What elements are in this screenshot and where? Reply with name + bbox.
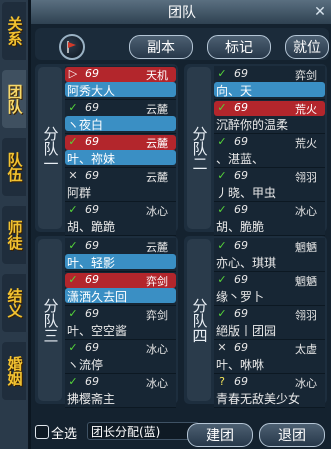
member-slot[interactable]: ✓ 69 翎羽 絕版丨团园 [214,306,325,340]
toolbar: 副本 标记 就位 [35,28,329,60]
squad-4: 分队四 ✓ 69 魍魉 亦心、琪琪 ✓ 69 魍魉 缘丶罗卜 ✓ 69 翎羽 絕版丨团园 ✕ 69 太… [184,236,327,408]
tab-marriage[interactable]: 婚姻 [2,342,26,400]
check-icon: ✓ [217,239,227,252]
check-icon: ✓ [68,101,78,114]
check-icon: ✓ [68,239,78,252]
member-slot[interactable]: ✓ 69 云麓 ヽ夜白 [65,100,176,134]
tab-party[interactable]: 队伍 [2,138,26,196]
member-slot[interactable]: ✓ 69 弈剑 潇洒久去回 [65,272,176,306]
tab-mentor[interactable]: 师徒 [2,206,26,264]
tab-sworn[interactable]: 结义 [2,274,26,332]
window-title: 团队 [168,5,196,21]
tab-party-label: 队伍 [5,152,24,182]
tab-team[interactable]: 团队 [2,70,26,128]
tab-relations-label: 关系 [5,16,24,46]
tab-mentor-label: 师徒 [5,220,24,250]
squad-2: 分队二 ✓ 69 弈剑 向、天 ✓ 69 荒火 沉醉你的温柔 ✓ 69 荒火 、湛蓝、 ✓ 69 翎羽… [184,64,327,236]
check-icon: ✓ [68,341,78,354]
check-icon: ✓ [68,273,78,286]
cross-icon: ✕ [68,169,78,182]
create-team-button[interactable]: 建团 [187,423,253,447]
member-slot[interactable]: ✓ 69 翎羽 丿晓、甲虫 [214,168,325,202]
member-slot[interactable]: ✓ 69 冰心 胡、跪跪 [65,202,176,236]
squad-2-label: 分队二 [187,67,211,229]
footer: 全选 团长分配(蓝) 建团 退团 [31,418,331,449]
check-icon: ✓ [68,307,78,320]
check-icon: ✓ [217,169,227,182]
dungeon-button[interactable]: 副本 [129,35,193,59]
member-slot[interactable]: ▷ 69 天机 阿秀大人 [65,66,176,100]
tab-team-label: 团队 [5,84,24,114]
member-slot[interactable]: ✓ 69 冰心 拂樱斋主 [65,374,176,408]
tab-sworn-label: 结义 [5,288,24,318]
member-slot[interactable]: ✓ 69 魍魉 亦心、琪琪 [214,238,325,272]
squad-3-label: 分队三 [38,239,62,401]
member-slot[interactable]: ✓ 69 云麓 叶、祢妹 [65,134,176,168]
team-flag-icon[interactable] [59,34,85,60]
check-icon: ✓ [217,307,227,320]
side-tabs: 关系 团队 队伍 师徒 结义 婚姻 [0,0,29,449]
member-slot[interactable]: ✕ 69 云麓 阿群 [65,168,176,202]
squad-1-label: 分队一 [38,67,62,229]
select-all-label: 全选 [51,427,78,442]
check-icon: ✓ [68,375,78,388]
check-icon: ✓ [217,203,227,216]
check-icon: ✓ [68,203,78,216]
team-panel: 团队 ✕ 副本 标记 就位 分队一 ▷ 69 天机 阿秀大人 ✓ 69 云麓 ヽ夜白 ✓ 69… [29,0,331,449]
member-slot[interactable]: ✓ 69 荒火 沉醉你的温柔 [214,100,325,134]
leave-team-button[interactable]: 退团 [259,423,325,447]
cross-icon: ✕ [217,341,227,354]
squad-3: 分队三 ✓ 69 云麓 叶、轻影 ✓ 69 弈剑 潇洒久去回 ✓ 69 弈剑 叶、空空酱 ✓ 69 冰… [35,236,178,408]
title-bar[interactable]: 团队 ✕ [31,0,331,24]
check-icon: ✓ [217,135,227,148]
mark-button[interactable]: 标记 [207,35,271,59]
check-icon: ✓ [217,101,227,114]
member-slot[interactable]: ✕ 69 太虚 叶、咻咻 [214,340,325,374]
member-slot[interactable]: ✓ 69 冰心 ヽ流停 [65,340,176,374]
member-slot[interactable]: ✓ 69 魍魉 缘丶罗卜 [214,272,325,306]
member-slot[interactable]: ✓ 69 荒火 、湛蓝、 [214,134,325,168]
tab-relations[interactable]: 关系 [2,2,26,60]
ready-button[interactable]: 就位 [285,35,329,59]
select-all-checkbox[interactable] [35,425,49,439]
member-slot[interactable]: ? 69 冰心 青春无敌美少女 [214,374,325,408]
squad-1: 分队一 ▷ 69 天机 阿秀大人 ✓ 69 云麓 ヽ夜白 ✓ 69 云麓 叶、祢妹 ✕ 69 云麓 阿群… [35,64,178,236]
tab-marriage-label: 婚姻 [5,356,24,386]
leader-flag-icon: ▷ [68,67,78,80]
check-icon: ✓ [217,273,227,286]
check-icon: ✓ [217,67,227,80]
member-slot[interactable]: ✓ 69 弈剑 向、天 [214,66,325,100]
close-icon[interactable]: ✕ [311,3,329,21]
member-slot[interactable]: ✓ 69 弈剑 叶、空空酱 [65,306,176,340]
question-icon: ? [219,375,225,388]
check-icon: ✓ [68,135,78,148]
squad-4-label: 分队四 [187,239,211,401]
member-slot[interactable]: ✓ 69 冰心 胡、脆脆 [214,202,325,236]
member-slot[interactable]: ✓ 69 云麓 叶、轻影 [65,238,176,272]
assign-mode-select[interactable]: 团长分配(蓝) [87,422,199,440]
